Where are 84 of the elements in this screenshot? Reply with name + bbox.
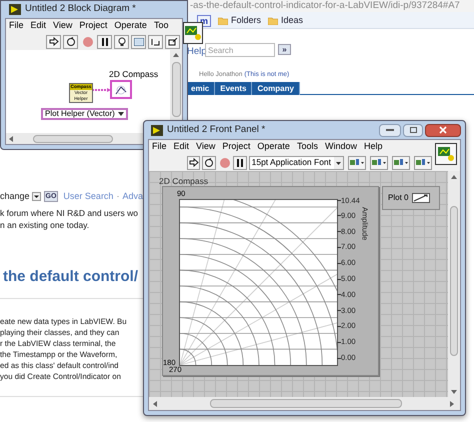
pause-button[interactable] [233,156,247,170]
close-button[interactable] [425,124,461,136]
layout-tool-icon [371,158,388,167]
labview-icon [9,4,21,15]
scroll-up-icon[interactable] [450,174,458,182]
layout-tool-icon [393,158,410,167]
menu-item[interactable]: Tools [296,140,318,154]
plot-legend[interactable]: Plot 0 [382,186,440,210]
font-select[interactable]: 15pt Application Font [248,156,344,170]
menu-item[interactable]: Operate [257,140,290,154]
menu-item[interactable]: Window [324,140,357,154]
step-into-button[interactable] [148,34,163,48]
window-title: Untitled 2 Front Panel * [167,122,266,137]
layout-tool-icon [349,158,366,167]
advanced-link[interactable]: Adva [122,190,143,204]
reorder-button[interactable] [414,156,432,170]
legend-label: Plot 0 [388,192,408,204]
article-heading: the default control/ [3,267,138,287]
retain-wire-values-button[interactable] [131,34,146,48]
scroll-thumb[interactable] [33,134,113,142]
plot-line-icon [412,193,430,203]
vi-icon[interactable] [435,143,457,165]
nav-tab[interactable]: emic [186,82,216,95]
menu-item[interactable]: View [53,19,72,33]
run-continuously-icon [204,158,214,168]
bookmark-folder[interactable]: Folders [218,14,262,28]
maximize-button[interactable] [403,124,423,136]
run-icon [188,158,199,167]
search-go-button[interactable]: » [278,44,291,55]
nav-tab[interactable]: Events [215,82,252,95]
scroll-up-icon[interactable] [172,52,180,60]
run-button[interactable] [46,34,61,48]
folder-icon [268,16,278,25]
intro-text: n an existing one today. [0,219,90,231]
step-out-button[interactable] [165,34,180,48]
close-icon [439,126,447,134]
menu-item[interactable]: Project [222,140,250,154]
separator-text: · [116,190,120,203]
run-continuously-button[interactable] [63,34,78,48]
control-label: 2D Compass [159,175,208,188]
run-icon [48,37,58,46]
dropdown-icon [118,112,124,116]
scroll-left-icon[interactable] [152,400,160,408]
run-continuously-button[interactable] [202,156,216,170]
menu-item[interactable]: Edit [174,140,190,154]
layout-tool-icon [415,158,432,167]
folder-icon [218,16,228,25]
highlight-button[interactable] [114,34,129,48]
run-button[interactable] [187,156,200,170]
menu-item[interactable]: View [196,140,216,154]
run-continuously-icon [66,36,76,46]
dropdown-icon [334,156,344,168]
wire [92,88,111,92]
vi-icon[interactable] [183,22,203,44]
dropdown-icon [32,192,41,202]
vertical-scrollbar[interactable] [448,171,460,397]
resize-objects-button[interactable] [392,156,410,170]
menu-item[interactable]: Too [154,19,168,33]
align-objects-button[interactable] [348,156,366,170]
compass-needle-icon [114,84,128,96]
helper-select[interactable]: Plot Helper (Vector) [41,108,128,120]
menu-item[interactable]: File [9,19,24,33]
window-title: Untitled 2 Block Diagram * [25,2,136,16]
menu-item[interactable]: File [152,140,167,154]
horizontal-scrollbar[interactable] [149,397,460,410]
pause-icon [236,158,244,166]
highlight-icon [118,36,126,46]
compass-terminal[interactable] [110,80,132,99]
menu-item[interactable]: Help [364,140,382,154]
terminal-label: 2D Compass [109,68,158,81]
scroll-thumb[interactable] [172,62,180,117]
distribute-objects-button[interactable] [370,156,388,170]
menu-item[interactable]: Operate [114,19,147,33]
bookmark-folder[interactable]: Ideas [268,14,304,28]
scope-select[interactable]: change [0,190,41,204]
nav-tab[interactable]: Company [252,82,300,95]
intro-text: k forum where NI R&D and users wo [0,207,138,219]
menu-item[interactable]: Edit [30,19,46,33]
search-field[interactable]: Search [205,43,275,57]
minimize-button[interactable] [379,124,401,136]
menu-item[interactable]: Project [79,19,108,33]
labview-icon [151,124,163,136]
pause-icon [100,38,108,46]
pause-button[interactable] [97,34,112,48]
